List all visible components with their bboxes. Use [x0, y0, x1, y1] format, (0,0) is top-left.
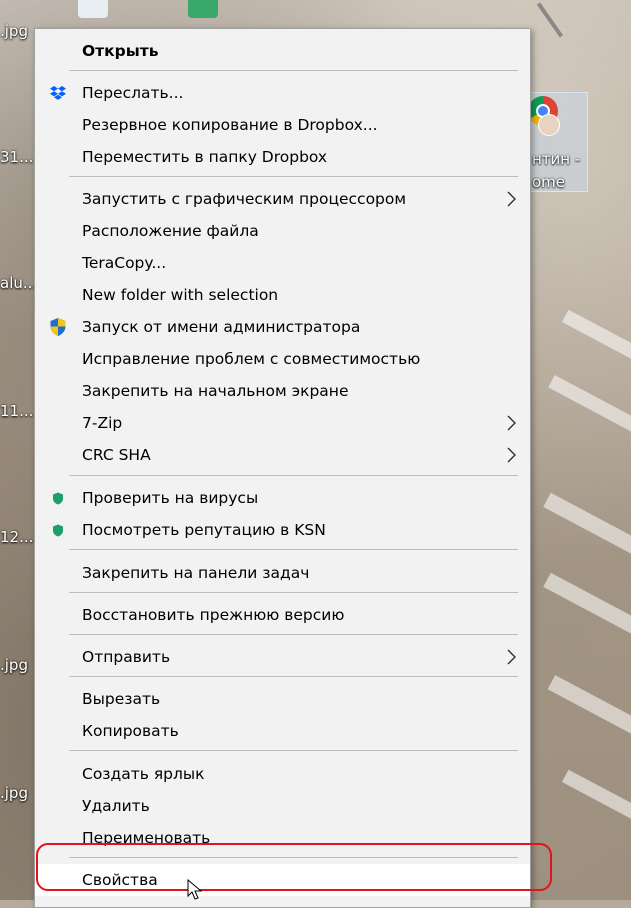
menu-separator — [69, 176, 518, 177]
menu-item-label: Создать ярлык — [82, 765, 205, 783]
menu-item-pin-to-start[interactable]: Закрепить на начальном экране — [35, 375, 530, 407]
desktop-file-label[interactable]: 31... — [0, 148, 33, 166]
menu-item-label: Проверить на вирусы — [82, 489, 259, 507]
road-stripe — [548, 374, 631, 440]
menu-item-dropbox-move[interactable]: Переместить в папку Dropbox — [35, 141, 530, 173]
menu-item-run-with-gpu[interactable]: Запустить с графическим процессором — [35, 183, 530, 215]
menu-item-properties[interactable]: Свойства — [35, 864, 530, 896]
menu-item-label: Свойства — [82, 871, 158, 889]
road-stripe — [547, 675, 631, 741]
menu-item-ksn-reputation[interactable]: Посмотреть репутацию в KSN — [35, 514, 530, 546]
road-stripe — [561, 769, 631, 825]
menu-item-label: Копировать — [82, 722, 179, 740]
menu-item-scan-virus[interactable]: Проверить на вирусы — [35, 482, 530, 514]
menu-item-open[interactable]: Открыть — [35, 35, 530, 67]
menu-item-rename[interactable]: Переименовать — [35, 822, 530, 854]
menu-separator — [69, 857, 518, 858]
road-stripe — [561, 309, 631, 365]
chevron-right-icon — [507, 447, 516, 463]
menu-item-cut[interactable]: Вырезать — [35, 683, 530, 715]
context-menu: Открыть Переслать... Резервное копирован… — [34, 28, 531, 908]
desktop-file-label[interactable]: .jpg — [0, 22, 28, 40]
desktop-file-label[interactable]: .jpg — [0, 656, 28, 674]
menu-item-label: Переименовать — [82, 829, 211, 847]
menu-item-label: Восстановить прежнюю версию — [82, 606, 345, 624]
dropbox-icon — [49, 84, 67, 102]
menu-item-label: Переместить в папку Dropbox — [82, 148, 328, 166]
menu-item-file-location[interactable]: Расположение файла — [35, 215, 530, 247]
menu-item-7zip[interactable]: 7-Zip — [35, 407, 530, 439]
desktop-app-icon[interactable] — [188, 0, 218, 18]
menu-item-label: Удалить — [82, 797, 150, 815]
menu-separator — [69, 676, 518, 677]
menu-separator — [69, 475, 518, 476]
menu-item-run-as-admin[interactable]: Запуск от имени администратора — [35, 311, 530, 343]
menu-item-send-to[interactable]: Отправить — [35, 641, 530, 673]
menu-item-label: Закрепить на панели задач — [82, 564, 310, 582]
menu-item-label: CRC SHA — [82, 446, 151, 464]
menu-item-label: New folder with selection — [82, 286, 279, 304]
avatar — [538, 114, 560, 136]
menu-item-new-folder-selection[interactable]: New folder with selection — [35, 279, 530, 311]
desktop-file-label[interactable]: 11... — [0, 402, 33, 420]
desktop-file-label[interactable]: alu... — [0, 274, 37, 292]
kaspersky-icon — [49, 521, 67, 539]
menu-separator — [69, 750, 518, 751]
menu-item-teracopy[interactable]: TeraCopy... — [35, 247, 530, 279]
menu-separator — [69, 592, 518, 593]
desktop-file-label[interactable]: 12... — [0, 528, 33, 546]
chevron-right-icon — [507, 191, 516, 207]
menu-separator — [69, 70, 518, 71]
menu-item-label: Закрепить на начальном экране — [82, 382, 349, 400]
chevron-right-icon — [507, 649, 516, 665]
menu-item-label: Переслать... — [82, 84, 184, 102]
kaspersky-icon — [49, 489, 67, 507]
menu-item-troubleshoot-compat[interactable]: Исправление проблем с совместимостью — [35, 343, 530, 375]
mouse-pointer-icon — [187, 879, 203, 900]
menu-item-label: Запуск от имени администратора — [82, 318, 361, 336]
menu-item-label: Вырезать — [82, 690, 161, 708]
desktop-app-icon[interactable] — [78, 0, 108, 18]
menu-item-create-shortcut[interactable]: Создать ярлык — [35, 758, 530, 790]
menu-separator — [69, 549, 518, 550]
menu-item-label: Отправить — [82, 648, 171, 666]
street-pole — [536, 2, 564, 38]
menu-item-restore-versions[interactable]: Восстановить прежнюю версию — [35, 599, 530, 631]
menu-item-label: Открыть — [82, 42, 159, 60]
desktop-file-label[interactable]: .jpg — [0, 784, 28, 802]
menu-item-dropbox-send[interactable]: Переслать... — [35, 77, 530, 109]
menu-item-dropbox-backup[interactable]: Резервное копирование в Dropbox... — [35, 109, 530, 141]
menu-item-label: 7-Zip — [82, 414, 123, 432]
menu-separator — [69, 634, 518, 635]
selected-shortcut-label: нтин - ome — [532, 150, 581, 191]
uac-shield-icon — [49, 318, 67, 336]
menu-item-label: Запустить с графическим процессором — [82, 190, 407, 208]
road-stripe — [543, 572, 631, 644]
menu-item-pin-to-taskbar[interactable]: Закрепить на панели задач — [35, 557, 530, 589]
chevron-right-icon — [507, 415, 516, 431]
menu-item-label: Исправление проблем с совместимостью — [82, 350, 421, 368]
menu-item-crc-sha[interactable]: CRC SHA — [35, 439, 530, 471]
road-stripe — [543, 492, 631, 564]
menu-item-delete[interactable]: Удалить — [35, 790, 530, 822]
menu-item-copy[interactable]: Копировать — [35, 715, 530, 747]
menu-item-label: TeraCopy... — [82, 254, 167, 272]
menu-item-label: Расположение файла — [82, 222, 259, 240]
menu-item-label: Резервное копирование в Dropbox... — [82, 116, 378, 134]
menu-item-label: Посмотреть репутацию в KSN — [82, 521, 326, 539]
